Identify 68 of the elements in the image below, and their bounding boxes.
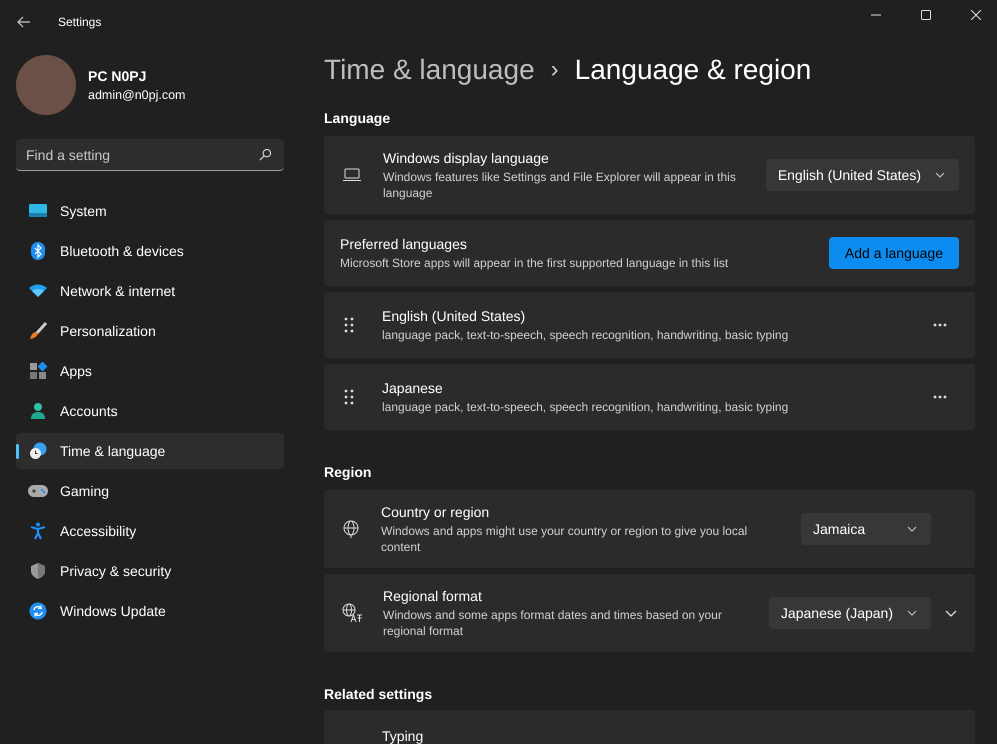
setting-description: Windows features like Settings and File Explorer will appear in this language <box>383 168 737 200</box>
sidebar-item[interactable]: Windows Update <box>16 593 284 629</box>
chevron-down-icon <box>907 610 917 616</box>
setting-title: Typing <box>382 728 424 744</box>
sidebar-item[interactable]: Accessibility <box>16 513 284 549</box>
settings-card[interactable]: Typing <box>324 710 975 744</box>
chevron-down-icon <box>907 526 917 532</box>
user-name: PC N0PJ <box>88 68 148 84</box>
setting-title: Country or region <box>381 504 490 520</box>
section-heading: Region <box>324 464 372 480</box>
language-name: Japanese <box>382 380 444 396</box>
paintbrush-icon <box>28 322 48 340</box>
setting-description: Windows and apps might use your country or region to give you local content <box>381 522 748 554</box>
sidebar-item[interactable]: Time & language <box>16 433 284 469</box>
globe-clock-icon <box>28 442 48 460</box>
sidebar-item[interactable]: Privacy & security <box>16 553 284 589</box>
setting-title: Preferred languages <box>340 236 468 252</box>
monitor-icon <box>28 203 48 219</box>
drag-handle-icon[interactable] <box>344 389 354 405</box>
close-icon[interactable] <box>971 10 981 20</box>
person-icon <box>28 402 48 420</box>
bluetooth-icon <box>28 242 48 260</box>
format-dropdown[interactable]: Japanese (Japan) <box>768 597 931 629</box>
language-features: language pack, text-to-speech, speech recognition, handwriting, basic typing <box>382 326 790 342</box>
sidebar-item[interactable]: Network & internet <box>16 273 284 309</box>
back-arrow-icon[interactable] <box>16 14 32 30</box>
language-item[interactable]: Japanese language pack, text-to-speech, speech recognition, handwriting, basic typing <box>324 364 975 430</box>
gamepad-icon <box>28 484 48 498</box>
expand-chevron-icon[interactable] <box>945 610 957 616</box>
country-dropdown[interactable]: Jamaica <box>801 513 931 545</box>
sidebar-item[interactable]: Personalization <box>16 313 284 349</box>
add-language-button[interactable]: Add a language <box>828 237 959 269</box>
page-title: Language & region <box>574 54 812 86</box>
sidebar-item[interactable]: Apps <box>16 353 284 389</box>
sidebar-item[interactable]: Bluetooth & devices <box>16 233 284 269</box>
setting-title: Windows display language <box>383 150 550 166</box>
sidebar-item[interactable]: Accounts <box>16 393 284 429</box>
language-name: English (United States) <box>382 308 526 324</box>
setting-title: Regional format <box>383 588 483 604</box>
search-icon <box>259 148 272 161</box>
sidebar-item[interactable]: System <box>16 193 284 229</box>
language-features: language pack, text-to-speech, speech recognition, handwriting, basic typing <box>382 398 790 414</box>
setting-description: Microsoft Store apps will appear in the first supported language in this list <box>340 254 730 270</box>
apps-icon <box>28 362 48 380</box>
more-options-icon[interactable] <box>933 323 947 327</box>
section-heading: Language <box>324 110 392 126</box>
more-options-icon[interactable] <box>933 395 947 399</box>
breadcrumb-link[interactable]: Time & language <box>324 54 535 86</box>
shield-icon <box>28 562 48 580</box>
breadcrumb-separator: › <box>550 56 559 84</box>
laptop-icon <box>342 168 362 182</box>
wifi-icon <box>28 284 48 298</box>
selection-indicator <box>16 444 19 459</box>
maximize-icon[interactable] <box>921 10 931 20</box>
globe-icon <box>342 520 360 538</box>
user-email: admin@n0pj.com <box>88 88 186 102</box>
chevron-down-icon <box>935 172 945 178</box>
language-dropdown[interactable]: English (United States) <box>766 159 959 191</box>
language-item[interactable]: English (United States) language pack, text-to-speech, speech recognition, handwriting, basic typing <box>324 292 975 358</box>
drag-handle-icon[interactable] <box>344 317 354 333</box>
setting-description: Windows and some apps format dates and times based on your regional format <box>383 606 723 638</box>
search-field[interactable]: Find a setting <box>16 139 284 171</box>
sidebar-item[interactable]: Gaming <box>16 473 284 509</box>
refresh-icon <box>28 602 48 620</box>
section-heading: Related settings <box>324 686 434 702</box>
accessibility-icon <box>28 522 48 540</box>
window-title: Settings <box>58 15 102 29</box>
language-format-icon <box>342 603 362 623</box>
